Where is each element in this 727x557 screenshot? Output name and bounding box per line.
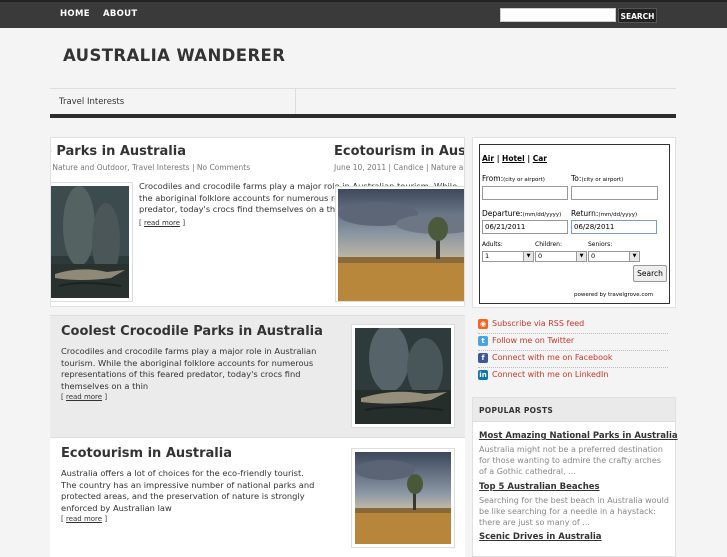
return-label-text: Return: [571,209,599,218]
popular-posts: POPULAR POSTS Most Amazing National Park… [472,397,678,557]
from-label-text: From: [482,174,504,183]
seniors-value: 0 [591,252,596,260]
popular-post-excerpt: Australia might not be a preferred desti… [479,445,663,476]
departure-label: Departure:(mm/dd/yyyy) [482,209,561,218]
booking-search-button[interactable]: Search [633,265,667,282]
from-label: From:(city or airport) [482,174,545,183]
slide-meta-crocodile: e, Nature and Outdoor, Travel Interests … [50,163,251,172]
category-bar-underline [50,114,676,118]
linkedin-link-label[interactable]: Connect with me on LinkedIn [492,370,608,379]
slide-title-ecotourism[interactable]: Ecotourism in Aust [334,144,464,159]
booking-tabs: Air | Hotel | Car [482,154,547,163]
popular-post-title[interactable]: Most Amazing National Parks in Australia [479,431,678,441]
chevron-down-icon: ▼ [629,252,639,261]
tab-hotel[interactable]: Hotel [502,154,525,163]
post-read-more-ecotourism[interactable]: [ read more ] [61,515,107,523]
return-label: Return:(mm/dd/yyyy) [571,209,637,218]
from-hint: (city or airport) [503,177,545,183]
powered-by[interactable]: powered by travelgrove.com [574,292,653,298]
post-title-ecotourism[interactable]: Ecotourism in Australia [61,446,232,461]
slide-image-ecotourism[interactable] [335,186,464,302]
slide-read-more-label[interactable]: read more [144,219,180,227]
category-travel-interests[interactable]: Travel Interests [59,97,124,107]
rss-icon: ◉ [478,319,488,329]
post-image-ecotourism[interactable] [351,448,455,548]
category-bar [50,88,676,116]
chevron-down-icon: ▼ [523,252,533,261]
popular-post-title[interactable]: Top 5 Australian Beaches [479,482,600,492]
to-field[interactable] [571,186,658,200]
chevron-down-icon: ▼ [576,252,586,261]
children-value: 0 [538,252,543,260]
return-hint: (mm/dd/yyyy) [598,212,638,218]
popular-posts-header: POPULAR POSTS [473,398,675,422]
outback-photo [338,189,464,301]
travel-booking-widget: Air | Hotel | Car From:(city or airport)… [479,144,670,304]
nav-about[interactable]: ABOUT [103,9,137,19]
linkedin-icon: in [478,370,488,380]
linkedin-link[interactable]: in Connect with me on LinkedIn [478,367,668,384]
slide-meta-ecotourism: June 10, 2011 | Candice | Nature and [334,163,465,172]
category-divider [295,88,296,114]
post-card-ecotourism: Ecotourism in Australia Australia offers… [50,437,465,557]
post-read-more-crocodile[interactable]: [ read more ] [61,393,107,401]
children-select[interactable]: 0 ▼ [535,251,587,262]
site-title[interactable]: AUSTRALIA WANDERER [63,46,285,65]
twitter-link[interactable]: t Follow me on Twitter [478,333,668,351]
to-hint: (city or airport) [581,177,624,183]
post-read-more-label[interactable]: read more [66,393,102,401]
to-label-text: To: [571,174,582,183]
twitter-icon: t [478,336,488,346]
post-excerpt-ecotourism: Australia offers a lot of choices for th… [61,468,315,513]
rss-link[interactable]: ◉ Subscribe via RSS feed [478,316,668,334]
departure-hint: (mm/dd/yyyy) [522,212,562,218]
adults-select[interactable]: 1 ▼ [482,251,534,262]
popular-post-title[interactable]: Scenic Drives in Australia [479,532,602,542]
slide-title-crocodile[interactable]: e Parks in Australia [51,144,186,159]
post-image-crocodile[interactable] [351,324,455,428]
return-date-field[interactable]: 06/28/2011 [571,220,657,234]
post-excerpt-crocodile: Crocodiles and crocodile farms play a ma… [61,346,317,391]
adults-value: 1 [485,252,490,260]
from-field[interactable] [482,186,568,200]
to-label: To:(city or airport) [571,174,623,183]
search-button[interactable]: SEARCH [618,8,657,23]
featured-slider: e Parks in Australia e, Nature and Outdo… [50,137,465,307]
twitter-link-label[interactable]: Follow me on Twitter [492,336,574,345]
outback-thumb [355,452,451,544]
departure-label-text: Departure: [482,209,523,218]
children-label: Children: [535,241,562,248]
tab-air[interactable]: Air [482,154,494,163]
facebook-icon: f [478,353,488,363]
rss-link-label[interactable]: Subscribe via RSS feed [492,319,584,328]
post-read-more-label[interactable]: read more [66,515,102,523]
post-title-crocodile[interactable]: Coolest Crocodile Parks in Australia [61,324,323,339]
seniors-label: Seniors: [588,241,613,248]
tab-car[interactable]: Car [533,154,547,163]
nav-home[interactable]: HOME [60,9,90,19]
popular-post-excerpt: Searching for the best beach in Australi… [479,496,669,527]
crocodile-photo [51,186,129,298]
post-card-crocodile: Coolest Crocodile Parks in Australia Cro… [50,315,465,437]
slide-image-crocodile[interactable] [51,182,133,302]
seniors-select[interactable]: 0 ▼ [588,251,640,262]
popular-posts-heading: POPULAR POSTS [479,406,554,415]
adults-label: Adults: [482,241,503,248]
facebook-link[interactable]: f Connect with me on Facebook [478,350,668,368]
facebook-link-label[interactable]: Connect with me on Facebook [492,353,613,362]
slide-read-more[interactable]: [ read more ] [139,218,185,230]
crocodile-thumb [355,324,451,424]
top-nav-bar: HOME ABOUT SEARCH [0,0,727,28]
search-input[interactable] [500,8,616,22]
departure-date-field[interactable]: 06/21/2011 [482,220,568,234]
